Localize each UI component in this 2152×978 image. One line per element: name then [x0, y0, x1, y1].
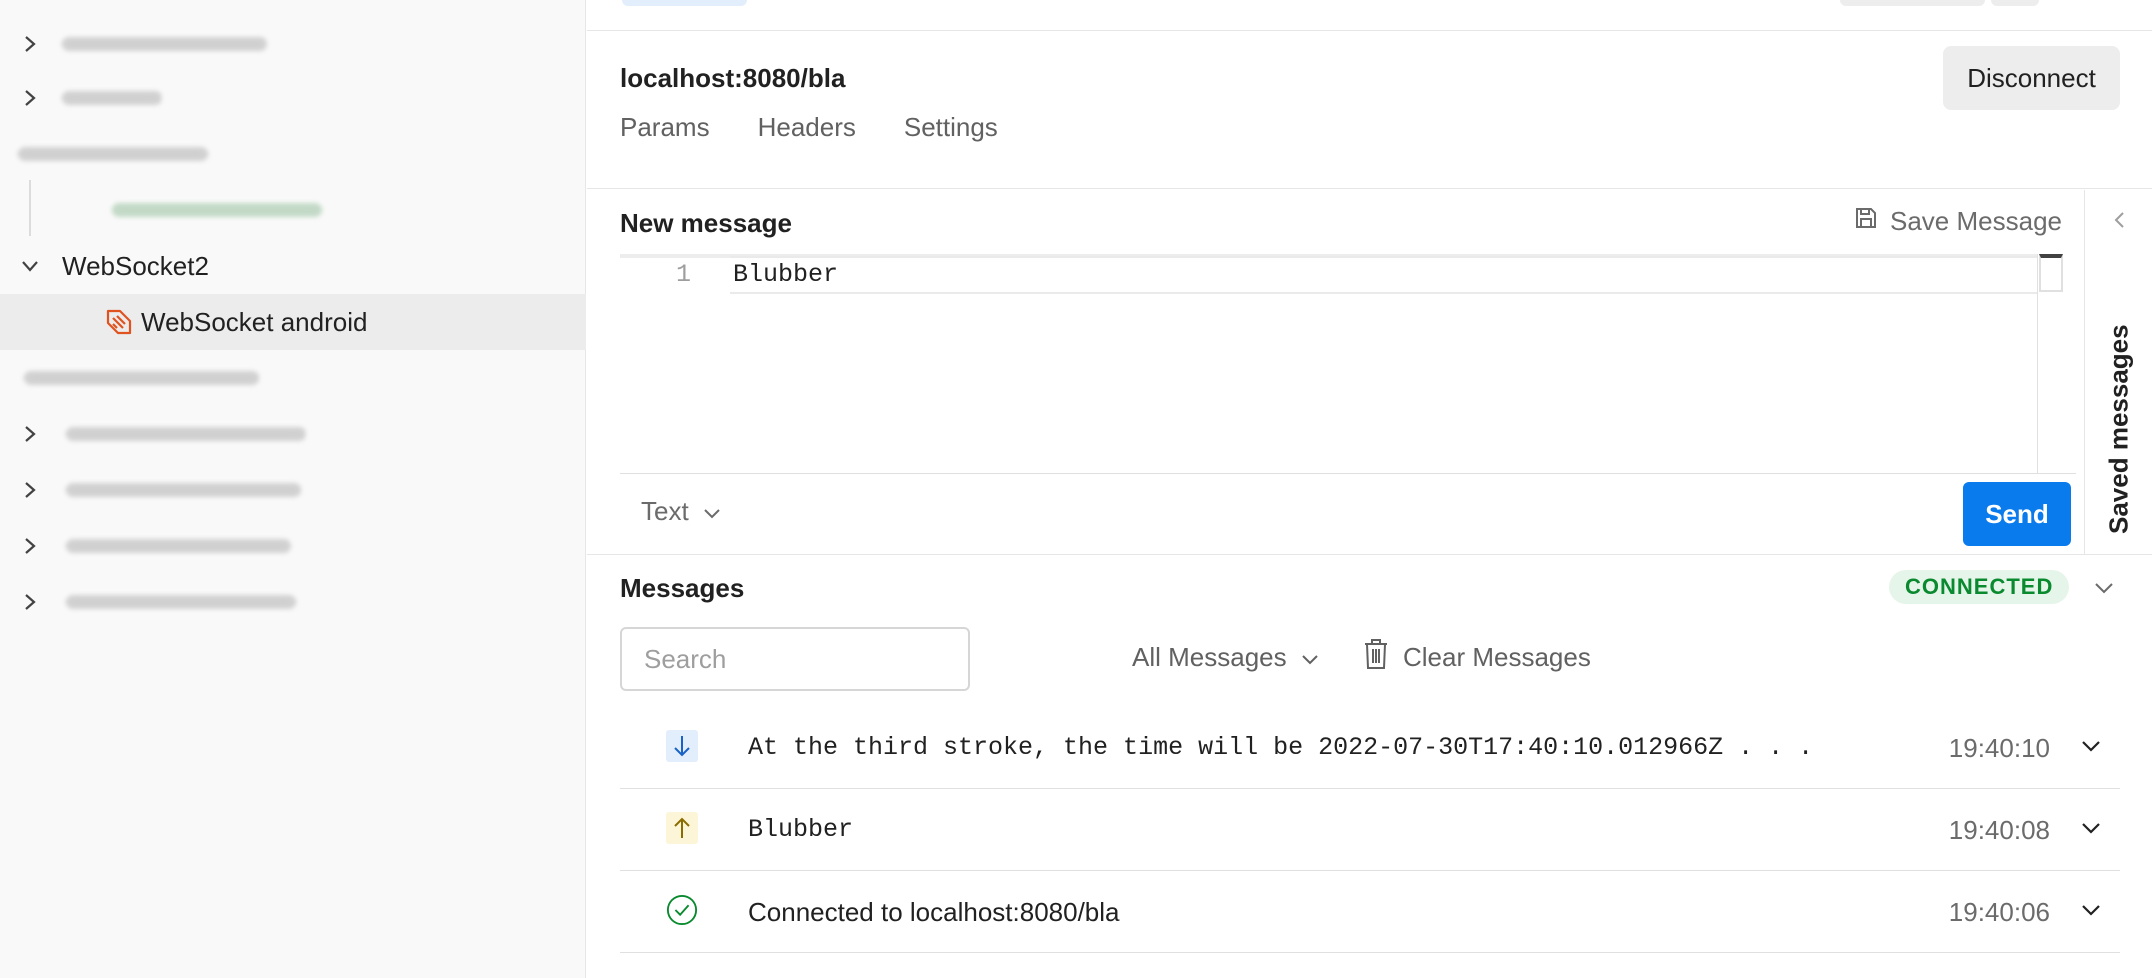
message-format-value: Text	[641, 496, 689, 526]
current-line-highlight	[730, 256, 2037, 294]
editor-scrollbar[interactable]	[2039, 254, 2063, 292]
request-tabs: Params Headers Settings	[620, 112, 998, 143]
redacted-label	[66, 427, 306, 441]
message-text: At the third stroke, the time will be 20…	[748, 733, 1814, 762]
message-timestamp: 19:40:08	[1948, 815, 2050, 845]
url-display[interactable]: localhost:8080/bla	[620, 63, 845, 94]
chevron-down-icon	[1301, 642, 1319, 673]
sidebar-item-collapsed[interactable]	[0, 462, 586, 518]
chevron-down-icon	[703, 496, 721, 527]
message-text: Connected to localhost:8080/bla	[748, 897, 1120, 927]
sidebar-item-collapsed[interactable]	[0, 518, 586, 574]
editor-scrollbar-track	[2037, 254, 2038, 474]
save-icon	[1854, 206, 1878, 237]
sidebar-item-collapsed[interactable]	[0, 350, 586, 406]
divider	[587, 188, 2152, 189]
chevron-down-icon[interactable]	[2078, 815, 2104, 841]
editor-content[interactable]: Blubber	[733, 260, 838, 289]
redacted-label	[62, 37, 267, 51]
sidebar-item-collapsed[interactable]	[0, 70, 586, 126]
sidebar-item-collapsed[interactable]	[0, 406, 586, 462]
message-editor[interactable]: 1 Blubber	[620, 254, 2076, 474]
redacted-label	[66, 595, 296, 609]
message-filter-value: All Messages	[1132, 642, 1287, 672]
message-filter-select[interactable]: All Messages	[1132, 642, 1319, 673]
message-row[interactable]: Connected to localhost:8080/bla 19:40:06	[620, 871, 2120, 953]
chevron-left-icon[interactable]	[2107, 208, 2131, 232]
save-message-label: Save Message	[1890, 206, 2062, 236]
sidebar-item-websocket2[interactable]: WebSocket2	[0, 238, 586, 294]
messages-title: Messages	[620, 573, 745, 603]
message-timestamp: 19:40:10	[1948, 733, 2050, 763]
sidebar-item-expanded[interactable]	[0, 126, 586, 182]
message-timestamp: 19:40:06	[1948, 897, 2050, 927]
saved-messages-label: Saved messages	[2103, 324, 2134, 534]
redacted-label	[66, 539, 291, 553]
sidebar: WebSocket2 WebSocket android	[0, 0, 586, 978]
divider	[587, 554, 2152, 555]
chevron-down-icon[interactable]	[2078, 897, 2104, 923]
chevron-down-icon[interactable]	[2091, 575, 2117, 601]
saved-messages-panel[interactable]: Saved messages	[2084, 190, 2152, 554]
redacted-label	[62, 91, 162, 105]
redacted-label	[112, 203, 322, 217]
top-button-stub[interactable]	[1840, 0, 1985, 6]
sidebar-item-collapsed[interactable]	[0, 574, 586, 630]
sidebar-item-label: WebSocket android	[141, 306, 368, 337]
message-row[interactable]: At the third stroke, the time will be 20…	[620, 707, 2120, 789]
sidebar-item-label: WebSocket2	[62, 250, 209, 281]
chevron-right-icon	[20, 424, 40, 444]
chevron-right-icon	[20, 480, 40, 500]
chevron-right-icon	[20, 34, 40, 54]
arrow-down-icon	[666, 730, 698, 762]
clear-messages-button[interactable]: Clear Messages	[1363, 638, 1591, 677]
top-tab-stub[interactable]	[622, 0, 747, 6]
trash-icon	[1363, 638, 1389, 677]
sidebar-item-websocket-android[interactable]: WebSocket android	[0, 294, 586, 350]
tab-settings[interactable]: Settings	[904, 112, 998, 143]
redacted-label	[24, 371, 259, 385]
top-button-stub[interactable]	[1991, 0, 2039, 6]
chevron-right-icon	[20, 536, 40, 556]
arrow-up-icon	[666, 812, 698, 844]
chevron-right-icon	[20, 592, 40, 612]
message-text: Blubber	[748, 815, 854, 844]
message-list: At the third stroke, the time will be 20…	[620, 707, 2120, 953]
websocket-icon	[104, 307, 134, 337]
messages-search-input[interactable]	[620, 627, 970, 691]
tab-params[interactable]: Params	[620, 112, 710, 143]
redacted-label	[18, 147, 208, 161]
line-number: 1	[676, 260, 692, 289]
send-button[interactable]: Send	[1963, 482, 2071, 546]
sidebar-item-collapsed[interactable]	[0, 16, 586, 72]
chevron-right-icon	[20, 88, 40, 108]
redacted-label	[66, 483, 301, 497]
disconnect-button[interactable]: Disconnect	[1943, 46, 2120, 110]
request-panel: localhost:8080/bla Disconnect Params Hea…	[587, 0, 2152, 978]
chevron-down-icon[interactable]	[2078, 733, 2104, 759]
tab-headers[interactable]: Headers	[758, 112, 856, 143]
message-row[interactable]: Blubber 19:40:08	[620, 789, 2120, 871]
message-format-select[interactable]: Text	[641, 496, 721, 527]
check-circle-icon	[666, 894, 698, 926]
connection-status-badge: CONNECTED	[1889, 570, 2070, 604]
sidebar-item-child[interactable]	[0, 182, 586, 238]
clear-messages-label: Clear Messages	[1403, 642, 1591, 672]
save-message-button[interactable]: Save Message	[1854, 206, 2062, 237]
composer-title: New message	[620, 208, 792, 238]
chevron-down-icon	[20, 256, 40, 276]
